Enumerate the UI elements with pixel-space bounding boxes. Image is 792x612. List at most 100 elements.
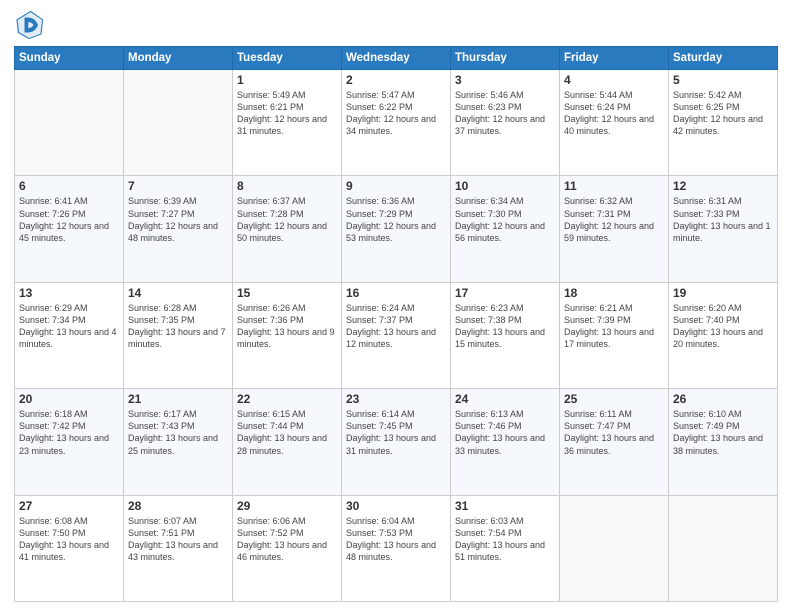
- day-number: 9: [346, 179, 446, 193]
- calendar-cell: 10 Sunrise: 6:34 AM Sunset: 7:30 PM Dayli…: [451, 176, 560, 282]
- calendar-cell: 8 Sunrise: 6:37 AM Sunset: 7:28 PM Daylig…: [233, 176, 342, 282]
- calendar-cell: [15, 70, 124, 176]
- day-number: 12: [673, 179, 773, 193]
- calendar-cell: 12 Sunrise: 6:31 AM Sunset: 7:33 PM Dayli…: [669, 176, 778, 282]
- calendar-cell: 28 Sunrise: 6:07 AM Sunset: 7:51 PM Dayli…: [124, 495, 233, 601]
- calendar-cell: 16Sunrise: 6:24 AM Sunset: 7:37 PM Dayli…: [342, 282, 451, 388]
- calendar-week-1: 1Sunrise: 5:49 AM Sunset: 6:21 PM Daylig…: [15, 70, 778, 176]
- calendar-cell: 21Sunrise: 6:17 AM Sunset: 7:43 PM Dayli…: [124, 389, 233, 495]
- logo: [14, 10, 48, 40]
- calendar-cell: 27Sunrise: 6:08 AM Sunset: 7:50 PM Dayli…: [15, 495, 124, 601]
- day-number: 5: [673, 73, 773, 87]
- day-number: 14: [128, 286, 228, 300]
- day-number: 20: [19, 392, 119, 406]
- day-number: 10: [455, 179, 555, 193]
- day-info: Sunrise: 6:29 AM Sunset: 7:34 PM Dayligh…: [19, 302, 119, 351]
- column-header-saturday: Saturday: [669, 47, 778, 70]
- calendar: SundayMondayTuesdayWednesdayThursdayFrid…: [14, 46, 778, 602]
- calendar-header-row: SundayMondayTuesdayWednesdayThursdayFrid…: [15, 47, 778, 70]
- calendar-cell: 5 Sunrise: 5:42 AM Sunset: 6:25 PM Daylig…: [669, 70, 778, 176]
- day-info: Sunrise: 6:37 AM Sunset: 7:28 PM Dayligh…: [237, 195, 337, 244]
- calendar-cell: 24 Sunrise: 6:13 AM Sunset: 7:46 PM Dayli…: [451, 389, 560, 495]
- day-number: 17: [455, 286, 555, 300]
- day-info: Sunrise: 6:28 AM Sunset: 7:35 PM Dayligh…: [128, 302, 228, 351]
- column-header-thursday: Thursday: [451, 47, 560, 70]
- day-info: Sunrise: 6:34 AM Sunset: 7:30 PM Dayligh…: [455, 195, 555, 244]
- day-info: Sunrise: 6:13 AM Sunset: 7:46 PM Dayligh…: [455, 408, 555, 457]
- calendar-cell: 3Sunrise: 5:46 AM Sunset: 6:23 PM Daylig…: [451, 70, 560, 176]
- day-info: Sunrise: 6:41 AM Sunset: 7:26 PM Dayligh…: [19, 195, 119, 244]
- day-info: Sunrise: 6:03 AM Sunset: 7:54 PM Dayligh…: [455, 515, 555, 564]
- column-header-sunday: Sunday: [15, 47, 124, 70]
- day-info: Sunrise: 6:36 AM Sunset: 7:29 PM Dayligh…: [346, 195, 446, 244]
- calendar-week-4: 20Sunrise: 6:18 AM Sunset: 7:42 PM Dayli…: [15, 389, 778, 495]
- column-header-friday: Friday: [560, 47, 669, 70]
- calendar-cell: 6 Sunrise: 6:41 AM Sunset: 7:26 PM Daylig…: [15, 176, 124, 282]
- day-info: Sunrise: 6:21 AM Sunset: 7:39 PM Dayligh…: [564, 302, 664, 351]
- day-number: 23: [346, 392, 446, 406]
- calendar-cell: 22Sunrise: 6:15 AM Sunset: 7:44 PM Dayli…: [233, 389, 342, 495]
- calendar-cell: [124, 70, 233, 176]
- day-number: 28: [128, 499, 228, 513]
- calendar-week-2: 6 Sunrise: 6:41 AM Sunset: 7:26 PM Daylig…: [15, 176, 778, 282]
- calendar-week-5: 27Sunrise: 6:08 AM Sunset: 7:50 PM Dayli…: [15, 495, 778, 601]
- calendar-cell: 20Sunrise: 6:18 AM Sunset: 7:42 PM Dayli…: [15, 389, 124, 495]
- calendar-cell: 31 Sunrise: 6:03 AM Sunset: 7:54 PM Dayli…: [451, 495, 560, 601]
- calendar-cell: [669, 495, 778, 601]
- column-header-wednesday: Wednesday: [342, 47, 451, 70]
- calendar-cell: 19 Sunrise: 6:20 AM Sunset: 7:40 PM Dayli…: [669, 282, 778, 388]
- day-number: 25: [564, 392, 664, 406]
- calendar-cell: 7 Sunrise: 6:39 AM Sunset: 7:27 PM Daylig…: [124, 176, 233, 282]
- day-number: 24: [455, 392, 555, 406]
- day-number: 11: [564, 179, 664, 193]
- calendar-cell: 14 Sunrise: 6:28 AM Sunset: 7:35 PM Dayli…: [124, 282, 233, 388]
- day-info: Sunrise: 6:10 AM Sunset: 7:49 PM Dayligh…: [673, 408, 773, 457]
- day-info: Sunrise: 6:11 AM Sunset: 7:47 PM Dayligh…: [564, 408, 664, 457]
- day-number: 4: [564, 73, 664, 87]
- day-info: Sunrise: 6:31 AM Sunset: 7:33 PM Dayligh…: [673, 195, 773, 244]
- day-info: Sunrise: 5:47 AM Sunset: 6:22 PM Dayligh…: [346, 89, 446, 138]
- day-number: 18: [564, 286, 664, 300]
- calendar-cell: 2 Sunrise: 5:47 AM Sunset: 6:22 PM Daylig…: [342, 70, 451, 176]
- day-number: 26: [673, 392, 773, 406]
- calendar-cell: 17 Sunrise: 6:23 AM Sunset: 7:38 PM Dayli…: [451, 282, 560, 388]
- day-number: 29: [237, 499, 337, 513]
- day-info: Sunrise: 6:39 AM Sunset: 7:27 PM Dayligh…: [128, 195, 228, 244]
- day-number: 27: [19, 499, 119, 513]
- day-info: Sunrise: 6:06 AM Sunset: 7:52 PM Dayligh…: [237, 515, 337, 564]
- day-number: 6: [19, 179, 119, 193]
- day-number: 1: [237, 73, 337, 87]
- day-info: Sunrise: 6:24 AM Sunset: 7:37 PM Dayligh…: [346, 302, 446, 351]
- calendar-cell: 15 Sunrise: 6:26 AM Sunset: 7:36 PM Dayli…: [233, 282, 342, 388]
- day-number: 7: [128, 179, 228, 193]
- day-info: Sunrise: 5:46 AM Sunset: 6:23 PM Dayligh…: [455, 89, 555, 138]
- day-number: 15: [237, 286, 337, 300]
- day-info: Sunrise: 6:32 AM Sunset: 7:31 PM Dayligh…: [564, 195, 664, 244]
- day-info: Sunrise: 6:26 AM Sunset: 7:36 PM Dayligh…: [237, 302, 337, 351]
- day-info: Sunrise: 6:07 AM Sunset: 7:51 PM Dayligh…: [128, 515, 228, 564]
- calendar-cell: 4 Sunrise: 5:44 AM Sunset: 6:24 PM Daylig…: [560, 70, 669, 176]
- day-number: 31: [455, 499, 555, 513]
- day-info: Sunrise: 6:04 AM Sunset: 7:53 PM Dayligh…: [346, 515, 446, 564]
- day-info: Sunrise: 6:15 AM Sunset: 7:44 PM Dayligh…: [237, 408, 337, 457]
- day-info: Sunrise: 5:44 AM Sunset: 6:24 PM Dayligh…: [564, 89, 664, 138]
- calendar-cell: 9 Sunrise: 6:36 AM Sunset: 7:29 PM Daylig…: [342, 176, 451, 282]
- calendar-cell: 1Sunrise: 5:49 AM Sunset: 6:21 PM Daylig…: [233, 70, 342, 176]
- logo-icon: [14, 10, 44, 40]
- calendar-cell: [560, 495, 669, 601]
- day-number: 19: [673, 286, 773, 300]
- calendar-cell: 18 Sunrise: 6:21 AM Sunset: 7:39 PM Dayli…: [560, 282, 669, 388]
- day-number: 8: [237, 179, 337, 193]
- day-info: Sunrise: 6:20 AM Sunset: 7:40 PM Dayligh…: [673, 302, 773, 351]
- header: [14, 10, 778, 40]
- calendar-cell: 29 Sunrise: 6:06 AM Sunset: 7:52 PM Dayli…: [233, 495, 342, 601]
- day-info: Sunrise: 6:23 AM Sunset: 7:38 PM Dayligh…: [455, 302, 555, 351]
- day-info: Sunrise: 6:14 AM Sunset: 7:45 PM Dayligh…: [346, 408, 446, 457]
- column-header-monday: Monday: [124, 47, 233, 70]
- column-header-tuesday: Tuesday: [233, 47, 342, 70]
- day-number: 2: [346, 73, 446, 87]
- day-info: Sunrise: 5:42 AM Sunset: 6:25 PM Dayligh…: [673, 89, 773, 138]
- calendar-cell: 30Sunrise: 6:04 AM Sunset: 7:53 PM Dayli…: [342, 495, 451, 601]
- calendar-cell: 25 Sunrise: 6:11 AM Sunset: 7:47 PM Dayli…: [560, 389, 669, 495]
- calendar-cell: 26 Sunrise: 6:10 AM Sunset: 7:49 PM Dayli…: [669, 389, 778, 495]
